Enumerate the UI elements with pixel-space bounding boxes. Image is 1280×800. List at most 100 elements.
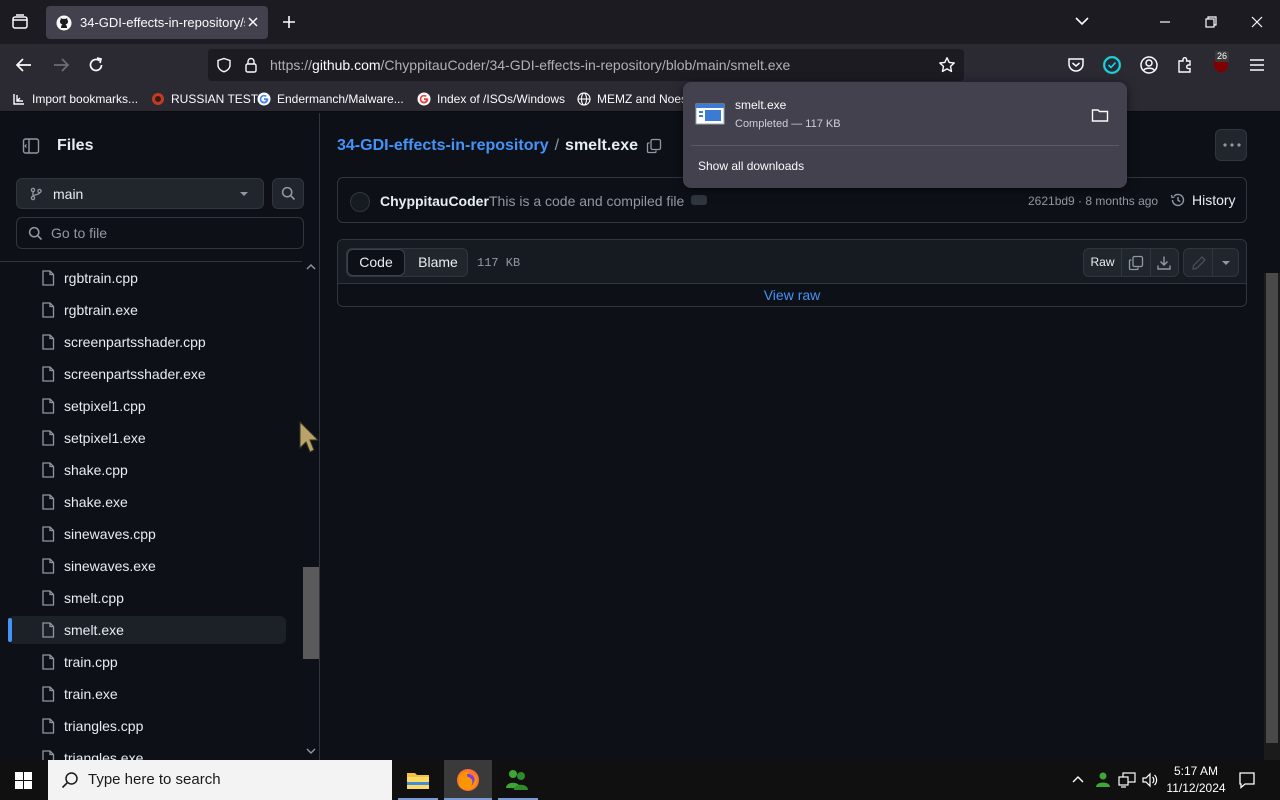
search-icon (281, 186, 296, 201)
file-tree-item[interactable]: smelt.cpp (8, 584, 286, 612)
url-text[interactable]: https://github.com/ChyppitauCoder/34-GDI… (270, 57, 790, 73)
reload-icon[interactable] (87, 56, 105, 74)
file-tree-item[interactable]: sinewaves.exe (8, 552, 286, 580)
open-folder-icon[interactable] (1091, 107, 1109, 123)
copy-raw-icon[interactable] (1128, 255, 1144, 271)
file-tree-scrollbar[interactable] (302, 261, 320, 760)
file-icon (41, 366, 55, 382)
scroll-down-arrow-icon[interactable] (306, 747, 316, 755)
close-tab-icon[interactable] (246, 15, 260, 29)
file-tree-item[interactable]: triangles.cpp (8, 712, 286, 740)
bookmark-index-isos[interactable]: Index of /ISOs/Windows (417, 90, 565, 108)
lock-icon[interactable] (244, 57, 258, 73)
bookmark-memz[interactable]: MEMZ and Noes (577, 90, 687, 108)
taskbar-search-box[interactable]: Type here to search (48, 760, 392, 800)
list-all-tabs-icon[interactable] (1074, 15, 1090, 27)
scroll-up-arrow-icon[interactable] (306, 263, 316, 271)
bookmark-russian-test[interactable]: RUSSIAN TEST (151, 90, 258, 108)
download-icon[interactable] (1156, 255, 1172, 271)
file-tree-item[interactable]: setpixel1.exe (8, 424, 286, 452)
pocket-icon[interactable] (1067, 56, 1085, 74)
commit-message[interactable]: This is a code and compiled file (489, 193, 684, 209)
commit-author[interactable]: ChyppitauCoder (380, 193, 489, 209)
volume-icon[interactable] (1141, 772, 1159, 788)
download-file-name[interactable]: smelt.exe (735, 98, 786, 112)
network-icon[interactable] (1118, 772, 1136, 788)
file-tree-item[interactable]: triangles.exe (8, 744, 286, 760)
more-options-button[interactable] (1215, 129, 1247, 161)
file-tree-item[interactable]: shake.cpp (8, 456, 286, 484)
minimize-window-icon[interactable] (1158, 15, 1172, 29)
edit-file-group (1183, 248, 1239, 277)
forward-arrow-icon[interactable] (52, 56, 70, 74)
history-clock-icon (1170, 192, 1186, 208)
file-tree-item[interactable]: screenpartsshader.cpp (8, 328, 286, 356)
raw-button[interactable]: Raw (1084, 249, 1122, 276)
account-icon[interactable] (1139, 55, 1159, 75)
bookmark-label: Endermanch/Malware... (277, 92, 404, 106)
file-icon (41, 462, 55, 478)
avatar[interactable] (350, 192, 370, 212)
menu-hamburger-icon[interactable] (1248, 56, 1266, 74)
file-size: 117 KB (477, 256, 521, 270)
close-window-icon[interactable] (1250, 15, 1264, 29)
branch-selector[interactable]: main (16, 178, 264, 209)
search-button[interactable] (272, 178, 304, 209)
file-tree-item[interactable]: smelt.exe (8, 616, 286, 644)
url-host: github.com (312, 57, 381, 73)
chevron-up-icon[interactable] (1071, 774, 1085, 784)
breadcrumb-repo-link[interactable]: 34-GDI-effects-in-repository (337, 137, 549, 155)
file-tree-item[interactable]: rgbtrain.cpp (8, 264, 286, 292)
expand-commit-message-button[interactable] (691, 195, 707, 205)
history-link[interactable]: History (1170, 188, 1236, 212)
address-bar[interactable]: https://github.com/ChyppitauCoder/34-GDI… (208, 49, 964, 81)
msn-messenger-icon[interactable] (504, 768, 530, 792)
file-tree-item[interactable]: rgbtrain.exe (8, 296, 286, 324)
clock-date: 11/12/2024 (1166, 781, 1226, 795)
file-tree-item[interactable]: screenpartsshader.exe (8, 360, 286, 388)
collapse-sidebar-icon[interactable] (22, 137, 40, 155)
commit-meta[interactable]: 2621bd9 · 8 months ago (1028, 194, 1158, 208)
restore-window-icon[interactable] (1204, 15, 1218, 29)
firefox-icon[interactable] (456, 768, 480, 792)
new-tab-icon[interactable] (281, 14, 297, 30)
taskbar-clock[interactable]: 5:17 AM 11/12/2024 (1160, 763, 1232, 797)
code-tab[interactable]: Code (347, 249, 405, 276)
file-explorer-icon[interactable] (406, 770, 430, 790)
blame-tab[interactable]: Blame (409, 249, 467, 276)
extensions-puzzle-icon[interactable] (1175, 55, 1195, 75)
page-scrollbar[interactable] (1264, 273, 1280, 760)
bookmark-star-icon[interactable] (938, 56, 956, 74)
view-raw-link[interactable]: View raw (338, 287, 1246, 303)
windows-taskbar: Type here to search 5:17 AM 11/12/2024 (0, 760, 1280, 800)
windows-start-icon[interactable] (15, 772, 32, 789)
file-tree-item[interactable]: setpixel1.cpp (8, 392, 286, 420)
ublock-extension-icon[interactable]: 26 (1211, 51, 1231, 75)
copy-path-icon[interactable] (646, 138, 662, 154)
search-icon (28, 226, 43, 241)
downloads-icon[interactable] (1102, 55, 1122, 75)
file-icon (41, 430, 55, 446)
back-arrow-icon[interactable] (15, 56, 33, 74)
triangle-down-icon[interactable] (1221, 260, 1231, 266)
show-all-downloads-button[interactable]: Show all downloads (698, 159, 804, 173)
bookmark-import[interactable]: Import bookmarks... (12, 90, 138, 108)
bookmark-endermanch[interactable]: Endermanch/Malware... (257, 90, 404, 108)
go-to-file-field[interactable] (16, 217, 304, 249)
tracking-protection-icon[interactable] (216, 57, 232, 73)
file-header: Code Blame 117 KB Raw (338, 240, 1246, 284)
browser-tab-bar: 34-GDI-effects-in-repository/smelt.exe (0, 0, 1280, 44)
file-tree-scrollbar-thumb[interactable] (303, 567, 319, 659)
notification-center-icon[interactable] (1238, 771, 1256, 789)
file-tree-item[interactable]: shake.exe (8, 488, 286, 516)
file-tree-item[interactable]: train.exe (8, 680, 286, 708)
page-scrollbar-thumb[interactable] (1266, 273, 1278, 743)
go-to-file-input[interactable] (51, 225, 291, 241)
pencil-icon[interactable] (1191, 255, 1207, 271)
file-tree-item[interactable]: train.cpp (8, 648, 286, 676)
tray-messenger-icon[interactable] (1095, 771, 1111, 789)
tab-overview-icon[interactable] (11, 13, 29, 31)
file-name: setpixel1.exe (64, 430, 146, 446)
active-tab[interactable]: 34-GDI-effects-in-repository/smelt.exe (46, 6, 268, 39)
file-tree-item[interactable]: sinewaves.cpp (8, 520, 286, 548)
